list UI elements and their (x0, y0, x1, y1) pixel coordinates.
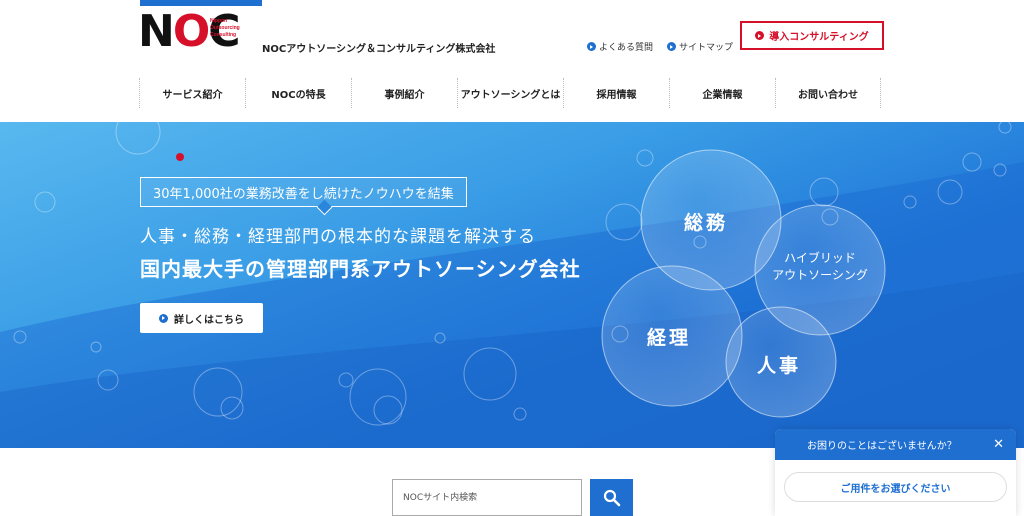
nav-item-features[interactable]: NOCの特長 (245, 78, 351, 108)
bubble-label-hybrid-line2: アウトソーシング (772, 268, 868, 282)
nav-item-outsourcing[interactable]: アウトソーシングとは (457, 78, 563, 108)
consulting-button-label: 導入コンサルティング (769, 32, 869, 43)
noc-logo[interactable]: NOC Nippon Outsourcing Consulting (138, 10, 248, 54)
hero-banner: 30年1,000社の業務改善をし続けたノウハウを結集 人事・総務・経理部門の根本… (0, 122, 1024, 448)
utility-links: よくある質問 サイトマップ (587, 40, 733, 53)
sitemap-link[interactable]: サイトマップ (667, 40, 733, 53)
search-button[interactable] (590, 479, 633, 516)
chat-widget: お困りのことはございませんか？ ✕ ご用件をお選びください (775, 429, 1016, 516)
faq-link[interactable]: よくある質問 (587, 40, 653, 53)
chat-header-text: お困りのことはございませんか？ (807, 441, 957, 452)
hero-tagline: 30年1,000社の業務改善をし続けたノウハウを結集 (140, 177, 467, 207)
arrow-circle-icon (159, 313, 168, 323)
logo-sub-nippon: Nippon (210, 18, 228, 24)
nav-item-services[interactable]: サービス紹介 (139, 78, 245, 108)
sitemap-link-label: サイトマップ (679, 43, 734, 53)
arrow-circle-icon (587, 42, 596, 51)
bubble-label-keiri: 経理 (647, 327, 692, 349)
chat-topic-select[interactable]: ご用件をお選びください (784, 472, 1007, 502)
close-icon[interactable]: ✕ (993, 437, 1004, 452)
arrow-circle-icon (755, 31, 765, 40)
chat-header: お困りのことはございませんか？ ✕ (775, 429, 1016, 460)
faq-link-label: よくある質問 (599, 43, 654, 53)
bubble-label-soumu: 総務 (684, 212, 729, 234)
logo-subtext: Nippon Outsourcing Consulting (210, 18, 240, 39)
hero-headline-main: 国内最大手の管理部門系アウトソーシング会社 (140, 257, 581, 281)
hero-headline-sub: 人事・総務・経理部門の根本的な課題を解決する (140, 227, 536, 247)
details-button-label: 詳しくはこちら (174, 314, 244, 326)
search-icon (603, 489, 620, 506)
nav-item-company[interactable]: 企業情報 (669, 78, 775, 108)
company-name: NOCアウトソーシング＆コンサルティング株式会社 (262, 44, 496, 55)
logo-sub-consulting: Consulting (210, 32, 237, 38)
site-header: NOC Nippon Outsourcing Consulting NOCアウト… (0, 0, 1024, 122)
hero-background-art (0, 122, 1024, 448)
bubble-label-hybrid: ハイブリッド アウトソーシング (765, 250, 875, 284)
arrow-circle-icon (667, 42, 677, 51)
nav-item-cases[interactable]: 事例紹介 (351, 78, 457, 108)
consulting-button[interactable]: 導入コンサルティング (740, 21, 884, 50)
details-button[interactable]: 詳しくはこちら (140, 303, 263, 333)
global-nav: サービス紹介 NOCの特長 事例紹介 アウトソーシングとは 採用情報 企業情報 … (139, 78, 881, 108)
search-input[interactable] (392, 479, 582, 516)
bubble-label-hybrid-line1: ハイブリッド (784, 251, 856, 265)
nav-item-recruit[interactable]: 採用情報 (563, 78, 669, 108)
bubble-label-jinji: 人事 (757, 355, 802, 377)
nav-item-contact[interactable]: お問い合わせ (775, 78, 881, 108)
logo-sub-outsourcing: Outsourcing (210, 25, 240, 31)
